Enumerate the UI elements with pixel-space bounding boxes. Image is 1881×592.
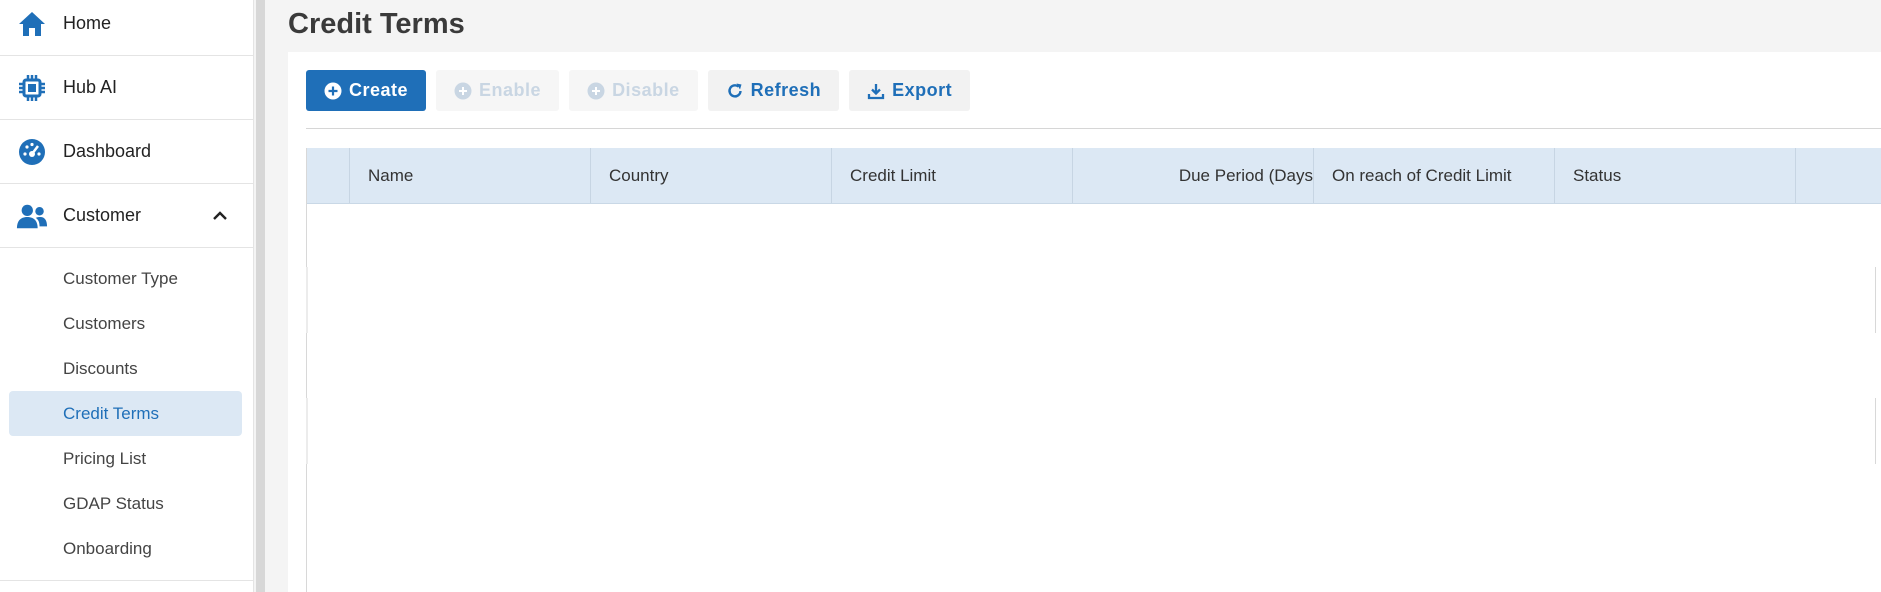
grid-edge-mark <box>1875 398 1881 464</box>
disable-button-label: Disable <box>612 80 680 100</box>
page-title: Credit Terms <box>288 8 465 40</box>
chevron-up-icon[interactable] <box>211 207 229 225</box>
plus-circle-icon <box>454 82 472 100</box>
enable-button[interactable]: Enable <box>436 70 560 111</box>
column-header-label: Status <box>1573 165 1622 185</box>
column-header-name[interactable]: Name <box>350 148 590 203</box>
select-all-column[interactable] <box>307 148 349 203</box>
sidebar-subitem-customers[interactable]: Customers <box>9 301 242 346</box>
users-icon <box>16 200 48 232</box>
sidebar-subitem-discounts[interactable]: Discounts <box>9 346 242 391</box>
column-header-label: On reach of Credit Limit <box>1332 165 1512 185</box>
column-header-label: Credit Limit <box>850 165 936 185</box>
export-button-label: Export <box>892 80 953 100</box>
enable-button-label: Enable <box>479 80 542 100</box>
column-header-on-reach-credit-limit[interactable]: On reach of Credit Limit <box>1314 148 1554 203</box>
sidebar-item-hub-ai[interactable]: Hub AI <box>0 56 253 120</box>
grid-edge-mark <box>306 398 308 464</box>
refresh-button[interactable]: Refresh <box>707 70 840 111</box>
sidebar: Home Hub AI Dashboard Customer Customer … <box>0 0 254 592</box>
refresh-icon <box>726 82 744 100</box>
column-header-country[interactable]: Country <box>591 148 831 203</box>
home-icon <box>16 8 48 40</box>
sidebar-item-home[interactable]: Home <box>0 0 253 56</box>
sidebar-item-customer[interactable]: Customer <box>0 184 253 248</box>
column-header-status[interactable]: Status <box>1555 148 1795 203</box>
credit-terms-grid: Name Country Credit Limit Due Period (Da… <box>306 148 1881 592</box>
download-icon <box>867 82 885 100</box>
chip-icon <box>16 72 48 104</box>
column-header-label: Country <box>609 165 669 185</box>
sidebar-subitem-label: GDAP Status <box>63 493 164 513</box>
grid-edge-mark <box>1875 267 1881 333</box>
toolbar: Create Enable Disable Refresh Export <box>306 70 971 111</box>
grid-edge-mark <box>306 267 308 333</box>
column-header-credit-limit[interactable]: Credit Limit <box>832 148 1072 203</box>
toolbar-divider <box>306 128 1881 129</box>
sidebar-subitem-credit-terms[interactable]: Credit Terms <box>9 391 242 436</box>
sidebar-subitem-gdap-status[interactable]: GDAP Status <box>9 481 242 526</box>
sidebar-subitem-label: Discounts <box>63 358 138 378</box>
grid-header: Name Country Credit Limit Due Period (Da… <box>307 148 1881 204</box>
refresh-button-label: Refresh <box>750 80 822 100</box>
sidebar-subitem-customer-type[interactable]: Customer Type <box>9 256 242 301</box>
export-button[interactable]: Export <box>849 70 971 111</box>
sidebar-subitem-label: Credit Terms <box>63 403 160 423</box>
sidebar-subitem-pricing-list[interactable]: Pricing List <box>9 436 242 481</box>
sidebar-item-label: Hub AI <box>63 77 118 97</box>
create-button[interactable]: Create <box>306 70 427 111</box>
content-panel: Create Enable Disable Refresh Export Nam… <box>288 52 1881 592</box>
gauge-icon <box>16 136 48 168</box>
create-button-label: Create <box>349 80 409 100</box>
sidebar-subitem-label: Customers <box>63 313 146 333</box>
column-header-actions[interactable] <box>1796 148 1881 203</box>
column-header-label: Name <box>368 165 414 185</box>
sidebar-item-label: Customer <box>63 205 142 225</box>
divider <box>0 580 253 581</box>
column-header-label: Due Period (Days <box>1178 165 1313 185</box>
sidebar-subitem-label: Customer Type <box>63 268 178 288</box>
sidebar-item-dashboard[interactable]: Dashboard <box>0 120 253 184</box>
disable-button[interactable]: Disable <box>569 70 698 111</box>
sidebar-subitem-label: Pricing List <box>63 448 147 468</box>
sidebar-item-label: Home <box>63 13 112 33</box>
sidebar-subitem-label: Onboarding <box>63 538 152 558</box>
sidebar-item-label: Dashboard <box>63 141 152 161</box>
sidebar-subitem-onboarding[interactable]: Onboarding <box>9 526 242 571</box>
sidebar-scrollbar[interactable] <box>256 0 265 592</box>
column-header-due-period[interactable]: Due Period (Days <box>1073 148 1313 203</box>
minus-circle-icon <box>587 82 605 100</box>
plus-circle-icon <box>324 82 342 100</box>
